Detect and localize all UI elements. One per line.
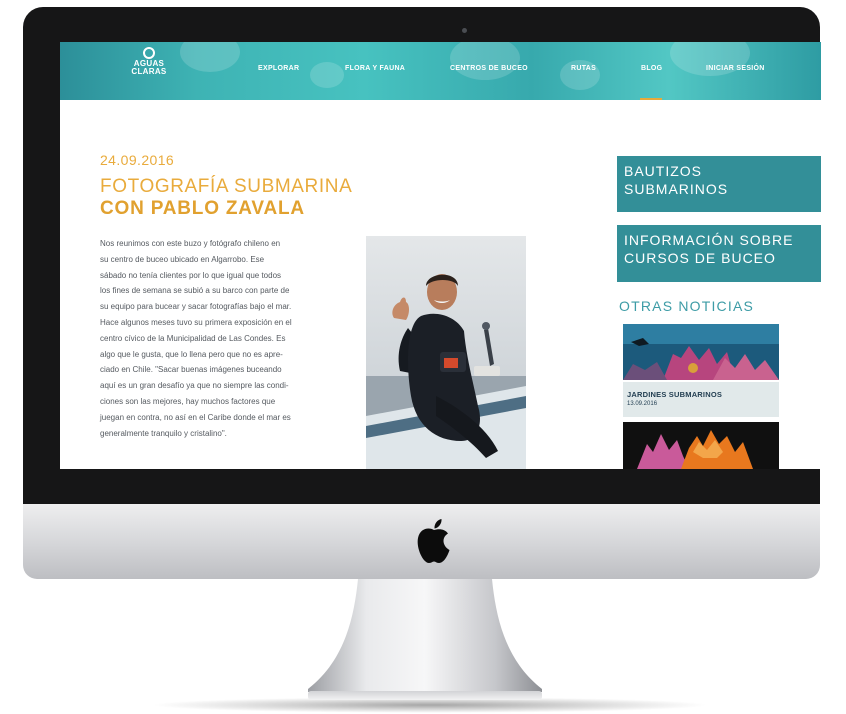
- body-line: ciado en Chile. "Sacar buenas imágenes b…: [100, 365, 282, 375]
- bautizos-submarinos-button[interactable]: BAUTIZOS SUBMARINOS: [617, 156, 821, 212]
- logo-text-claras: CLARAS: [131, 67, 167, 76]
- button-label-line-2: CURSOS DE BUCEO: [624, 249, 776, 266]
- nav-link-centros-de-buceo[interactable]: CENTROS DE BUCEO: [450, 65, 528, 72]
- body-line: aquí es un gran desafío ya que no siempr…: [100, 381, 289, 391]
- monitor-stand: [308, 579, 542, 700]
- news-title: JARDINES SUBMARINOS: [627, 390, 723, 399]
- body-line: generalmente tranquilo y cristalino".: [100, 428, 227, 438]
- news-date: 13.09.2016: [627, 401, 658, 407]
- cursos-de-buceo-button[interactable]: INFORMACIÓN SOBRE CURSOS DE BUCEO: [617, 225, 821, 282]
- body-line: juegan en contra, no así en el Caribe do…: [100, 412, 291, 422]
- body-line: sábado no tenía clientes por lo que igua…: [100, 270, 282, 280]
- body-line: centro cívico de la Municipalidad de Las…: [100, 333, 286, 343]
- article-photo: [366, 236, 526, 469]
- jellyfish-decoration: [310, 62, 344, 88]
- body-line: los fines de semana se subió a su barco …: [100, 286, 290, 296]
- otras-noticias-heading: OTRAS NOTICIAS: [619, 298, 755, 314]
- nav-link-flora-y-fauna[interactable]: FLORA Y FAUNA: [345, 65, 405, 72]
- article-body: Nos reunimos con este buzo y fotógrafo c…: [100, 236, 346, 441]
- apple-logo-icon: [417, 519, 450, 563]
- camera-dot: [462, 28, 467, 33]
- article-title-line-1: FOTOGRAFÍA SUBMARINA: [100, 176, 353, 197]
- news-image-jardines[interactable]: [623, 324, 779, 380]
- jellyfish-decoration: [180, 42, 240, 72]
- news-image-coral[interactable]: [623, 422, 779, 469]
- nav-link-rutas[interactable]: RUTAS: [571, 65, 596, 72]
- body-line: su centro de buceo ubicado en Algarrobo.…: [100, 254, 265, 264]
- body-line: ciones son las mejores, hay muchos facto…: [100, 396, 276, 406]
- screen: AGUAS CLARAS EXPLORAR FLORA Y FAUNA CENT…: [60, 42, 821, 469]
- news-caption-jardines[interactable]: JARDINES SUBMARINOS 13.09.2016: [623, 382, 779, 417]
- article-title-line-2: CON PABLO ZAVALA: [100, 198, 305, 219]
- body-line: algo que le gusta, que lo llena pero que…: [100, 349, 283, 359]
- nav-link-explorar[interactable]: EXPLORAR: [258, 65, 299, 72]
- body-line: Hace algunos meses tuvo su primera expos…: [100, 317, 292, 327]
- nav-link-blog[interactable]: BLOG: [641, 65, 662, 72]
- article-date: 24.09.2016: [100, 152, 175, 168]
- logo-ring-icon: [143, 47, 155, 59]
- body-line: su equipo para bucear y sacar fotografía…: [100, 302, 292, 312]
- button-label-line-1: BAUTIZOS: [624, 163, 703, 179]
- navbar: AGUAS CLARAS EXPLORAR FLORA Y FAUNA CENT…: [60, 42, 821, 100]
- body-line: Nos reunimos con este buzo y fotógrafo c…: [100, 239, 281, 248]
- button-label-line-1: INFORMACIÓN SOBRE: [624, 232, 794, 248]
- site-logo[interactable]: AGUAS CLARAS: [128, 47, 170, 76]
- jellyfish-decoration: [450, 42, 520, 80]
- nav-active-indicator: [640, 98, 662, 100]
- button-label-line-2: SUBMARINOS: [624, 180, 729, 197]
- nav-link-iniciar-sesion[interactable]: INICIAR SESIÓN: [706, 65, 765, 72]
